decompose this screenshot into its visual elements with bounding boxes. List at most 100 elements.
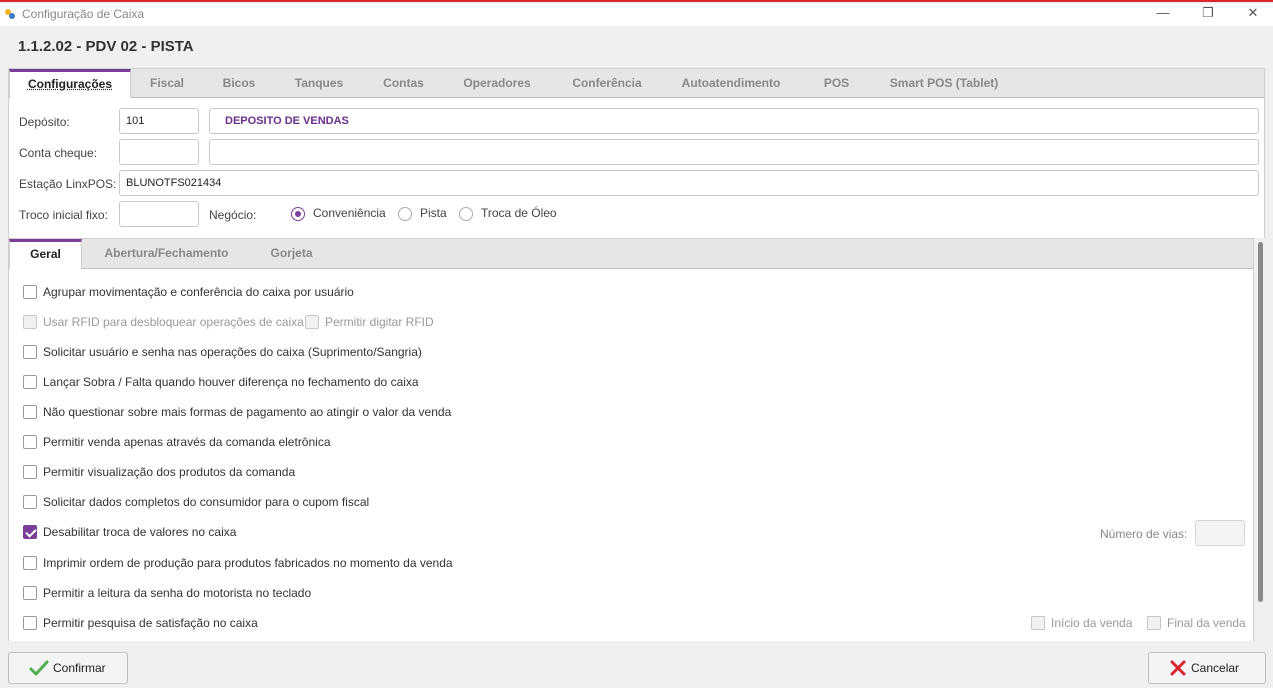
config-caixa-window: Configuração de Caixa — ❐ ✕ 1.1.2.02 - P…: [0, 0, 1273, 688]
cancel-x-icon: [1170, 660, 1186, 676]
close-icon[interactable]: ✕: [1235, 4, 1271, 24]
checkbox[interactable]: [23, 375, 37, 389]
tab-abertura-fechamento[interactable]: Abertura/Fechamento: [94, 239, 239, 268]
option-label: Final da venda: [1167, 616, 1246, 630]
tab-configuracoes[interactable]: Configurações: [9, 69, 131, 99]
option-solicitar-senha[interactable]: Solicitar usuário e senha nas operações …: [23, 344, 422, 360]
geral-panel: Agrupar movimentação e conferência do ca…: [8, 269, 1254, 641]
radio-pista[interactable]: [398, 207, 412, 221]
option-label: Agrupar movimentação e conferência do ca…: [43, 285, 354, 299]
checkbox[interactable]: [23, 586, 37, 600]
option-dados-consumidor[interactable]: Solicitar dados completos do consumidor …: [23, 494, 369, 510]
conta-cheque-name-field[interactable]: [209, 139, 1259, 165]
minimize-icon[interactable]: —: [1145, 4, 1181, 24]
sub-tab-bar: Geral Abertura/Fechamento Gorjeta: [8, 238, 1254, 269]
tab-conferencia[interactable]: Conferência: [561, 69, 653, 98]
tab-bicos[interactable]: Bicos: [209, 69, 269, 98]
radio-pista-label: Pista: [420, 206, 447, 220]
tab-contas[interactable]: Contas: [371, 69, 436, 98]
checkmark-icon: [29, 660, 49, 676]
option-rfid: Usar RFID para desbloquear operações de …: [23, 314, 304, 330]
checkbox[interactable]: [23, 285, 37, 299]
option-senha-motorista[interactable]: Permitir a leitura da senha do motorista…: [23, 585, 311, 601]
checkbox[interactable]: [23, 495, 37, 509]
option-label: Usar RFID para desbloquear operações de …: [43, 315, 304, 329]
option-pesquisa-satisfacao[interactable]: Permitir pesquisa de satisfação no caixa: [23, 615, 258, 631]
confirm-label: Confirmar: [53, 661, 106, 675]
confirm-button[interactable]: Confirmar: [8, 652, 128, 684]
vertical-scrollbar[interactable]: [1256, 238, 1265, 641]
troco-field[interactable]: [119, 201, 199, 227]
option-label: Permitir pesquisa de satisfação no caixa: [43, 616, 258, 630]
option-digitar-rfid: Permitir digitar RFID: [305, 314, 434, 330]
conta-cheque-code-field[interactable]: [119, 139, 199, 165]
scroll-thumb[interactable]: [1258, 242, 1263, 602]
radio-troca-oleo-label: Troca de Óleo: [481, 206, 557, 220]
tab-smart-pos[interactable]: Smart POS (Tablet): [879, 69, 1009, 98]
app-logo-icon: [5, 9, 15, 19]
main-tab-bar: Configurações Fiscal Bicos Tanques Conta…: [8, 68, 1265, 99]
option-label: Não questionar sobre mais formas de paga…: [43, 405, 452, 419]
window-title: Configuração de Caixa: [22, 7, 145, 21]
checkbox[interactable]: [23, 525, 37, 539]
negocio-label: Negócio:: [209, 208, 257, 222]
restore-icon[interactable]: ❐: [1190, 4, 1226, 24]
checkbox[interactable]: [23, 405, 37, 419]
option-desabilitar-troca[interactable]: Desabilitar troca de valores no caixa: [23, 524, 236, 540]
option-label: Imprimir ordem de produção para produtos…: [43, 556, 453, 570]
radio-troca-oleo[interactable]: [459, 207, 473, 221]
numero-vias-field[interactable]: [1195, 520, 1245, 546]
header: 1.1.2.02 - PDV 02 - PISTA: [0, 26, 1273, 66]
option-label: Permitir visualização dos produtos da co…: [43, 465, 296, 479]
checkbox[interactable]: [23, 435, 37, 449]
checkbox: [305, 315, 319, 329]
tab-operadores[interactable]: Operadores: [451, 69, 543, 98]
option-agrupar[interactable]: Agrupar movimentação e conferência do ca…: [23, 284, 354, 300]
conta-cheque-label: Conta cheque:: [19, 146, 98, 160]
option-nao-questionar[interactable]: Não questionar sobre mais formas de paga…: [23, 404, 451, 420]
option-label: Permitir a leitura da senha do motorista…: [43, 586, 312, 600]
footer: Confirmar Cancelar: [0, 642, 1273, 688]
option-label: Solicitar usuário e senha nas operações …: [43, 345, 422, 359]
cancel-button[interactable]: Cancelar: [1148, 652, 1266, 684]
tab-tanques[interactable]: Tanques: [284, 69, 354, 98]
tab-fiscal[interactable]: Fiscal: [137, 69, 197, 98]
option-label: Solicitar dados completos do consumidor …: [43, 495, 370, 509]
radio-conveniencia[interactable]: [291, 207, 305, 221]
option-label: Desabilitar troca de valores no caixa: [43, 525, 237, 539]
tab-geral[interactable]: Geral: [9, 239, 82, 269]
option-label: Início da venda: [1051, 616, 1133, 630]
tab-gorjeta[interactable]: Gorjeta: [259, 239, 324, 268]
cancel-label: Cancelar: [1191, 661, 1240, 675]
deposito-code-field[interactable]: 101: [119, 108, 199, 134]
title-bar: Configuração de Caixa — ❐ ✕: [0, 4, 1273, 26]
deposito-label: Depósito:: [19, 115, 70, 129]
troco-label: Troco inicial fixo:: [19, 208, 108, 222]
option-sobra-falta[interactable]: Lançar Sobra / Falta quando houver difer…: [23, 374, 419, 390]
checkbox[interactable]: [23, 465, 37, 479]
checkbox[interactable]: [23, 345, 37, 359]
option-visualizacao-produtos[interactable]: Permitir visualização dos produtos da co…: [23, 464, 295, 480]
estacao-label: Estação LinxPOS:: [19, 177, 117, 191]
tab-label: Configurações: [27, 77, 112, 91]
checkbox: [1031, 616, 1045, 630]
option-label: Permitir venda apenas através da comanda…: [43, 435, 331, 449]
option-label: Permitir digitar RFID: [325, 315, 434, 329]
option-inicio-venda: Início da venda: [1031, 615, 1132, 631]
page-title: 1.1.2.02 - PDV 02 - PISTA: [18, 38, 194, 55]
checkbox: [1147, 616, 1161, 630]
checkbox[interactable]: [23, 556, 37, 570]
checkbox[interactable]: [23, 616, 37, 630]
radio-conveniencia-label: Conveniência: [313, 206, 386, 220]
option-ordem-producao[interactable]: Imprimir ordem de produção para produtos…: [23, 555, 453, 571]
tab-autoatendimento[interactable]: Autoatendimento: [671, 69, 791, 98]
option-final-venda: Final da venda: [1147, 615, 1246, 631]
estacao-field[interactable]: BLUNOTFS021434: [119, 170, 1259, 196]
deposito-name-field[interactable]: DEPOSITO DE VENDAS: [209, 108, 1259, 134]
option-label: Lançar Sobra / Falta quando houver difer…: [43, 375, 419, 389]
numero-vias-label: Número de vias:: [1100, 527, 1188, 541]
configuracoes-panel: Depósito: 101 DEPOSITO DE VENDAS Conta c…: [8, 98, 1265, 238]
checkbox: [23, 315, 37, 329]
tab-pos[interactable]: POS: [814, 69, 859, 98]
option-comanda-eletronica[interactable]: Permitir venda apenas através da comanda…: [23, 434, 331, 450]
